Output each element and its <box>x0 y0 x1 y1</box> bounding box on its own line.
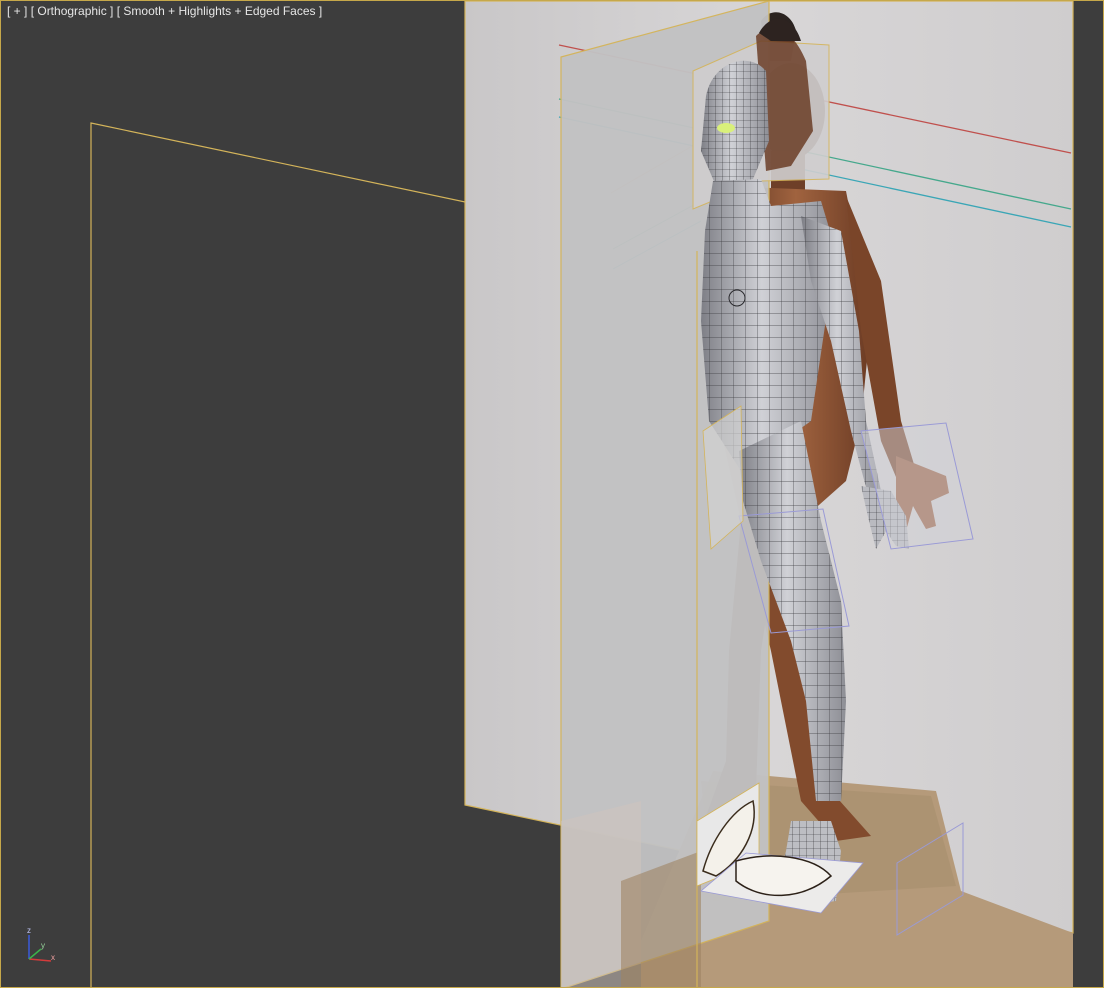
axis-gizmo: z y x <box>27 926 55 962</box>
perspective-viewport[interactable]: [ + ] [ Orthographic ] [ Smooth + Highli… <box>0 0 1104 988</box>
viewport-label: [ + ] [ Orthographic ] [ Smooth + Highli… <box>7 4 322 18</box>
shading-mode-button[interactable]: [ Smooth + Highlights + Edged Faces ] <box>117 4 322 18</box>
viewport-menu-button[interactable]: [ + ] <box>7 4 27 18</box>
scene-render[interactable] <box>1 1 1104 988</box>
gizmo-x-label: x <box>51 953 55 962</box>
gizmo-z-label: z <box>27 926 31 935</box>
view-type-button[interactable]: [ Orthographic ] <box>31 4 114 18</box>
gizmo-y-label: y <box>41 941 45 950</box>
eye-highlight <box>717 123 735 133</box>
